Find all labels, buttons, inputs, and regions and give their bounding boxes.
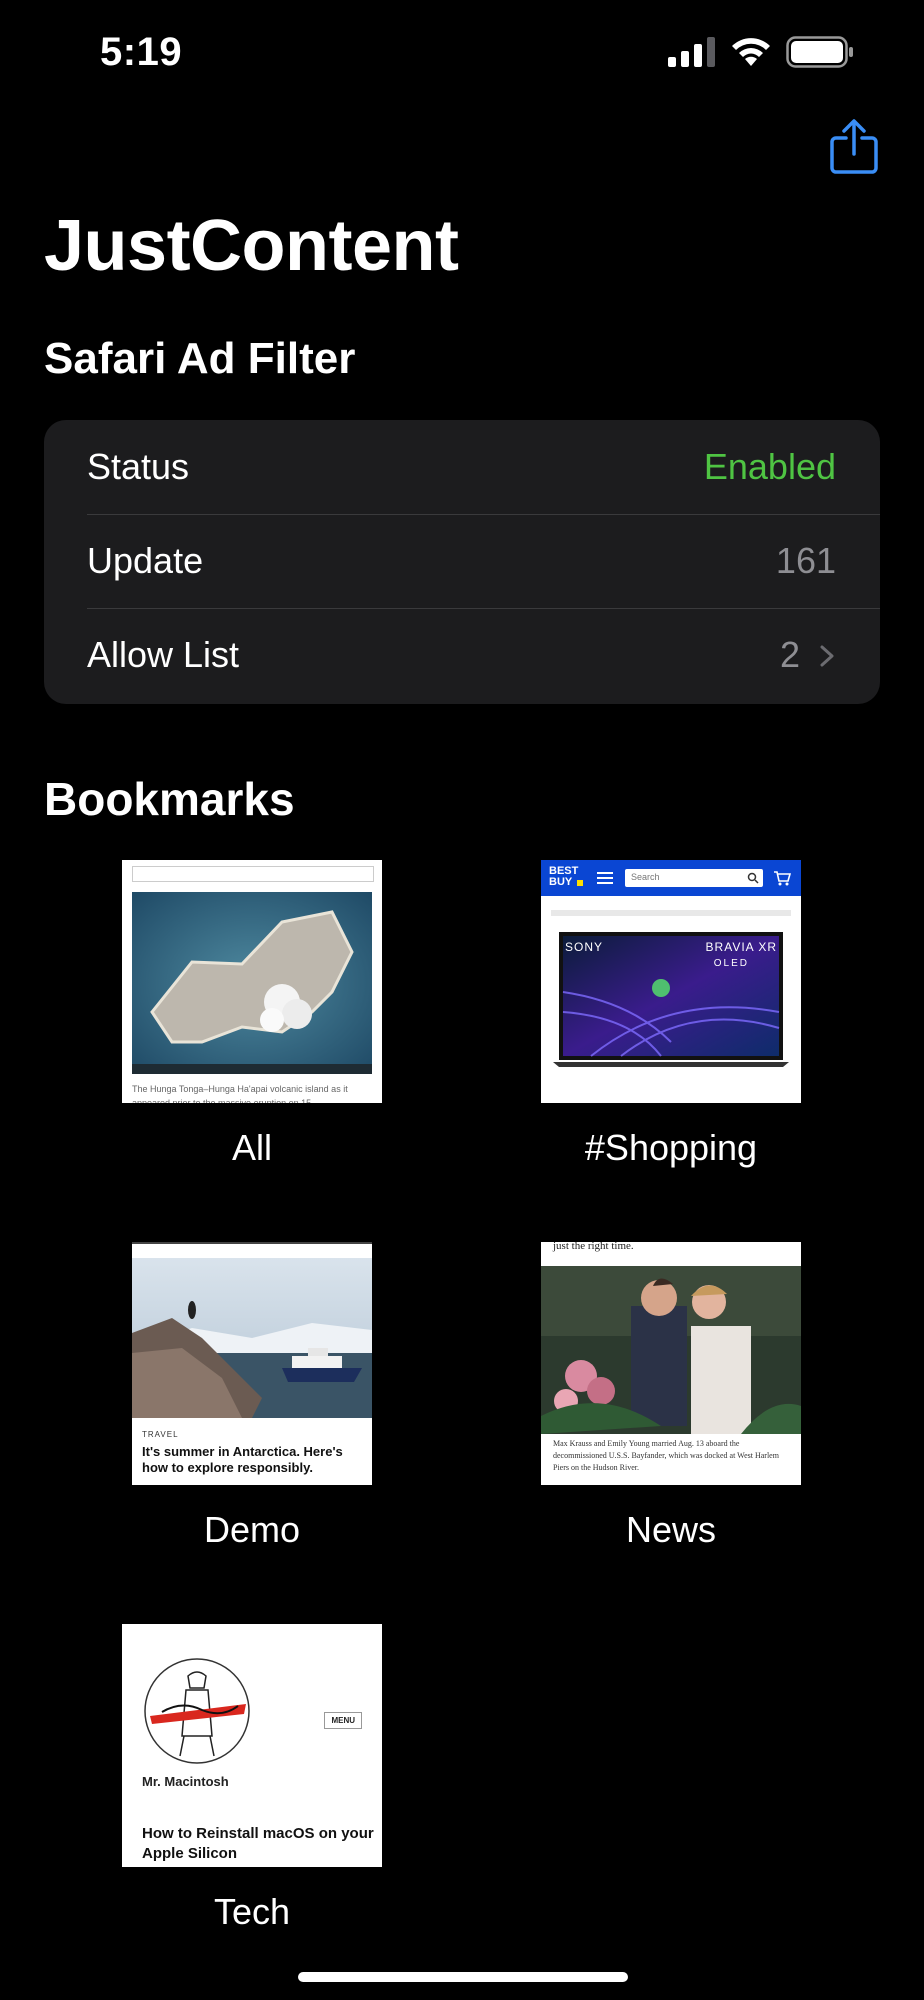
- app-title: JustContent: [44, 206, 459, 286]
- battery-icon: [786, 36, 853, 68]
- article-category: TRAVEL: [142, 1430, 179, 1439]
- store-search-field: Search: [625, 869, 763, 887]
- bookmark-label: #Shopping: [584, 1127, 758, 1168]
- status-value: Enabled: [703, 446, 836, 487]
- status-icons: [668, 36, 854, 68]
- status-label: Status: [87, 446, 190, 487]
- bookmark-thumbnail: TRAVEL It's summer in Antarctica. Here's…: [122, 1242, 382, 1485]
- cellular-signal-icon: [668, 37, 715, 67]
- allow-list-label: Allow List: [87, 634, 240, 675]
- bookmark-shopping[interactable]: BEST BUY Search SONY BRAVIA XR OLED #Sho…: [541, 860, 801, 1169]
- menu-icon: [597, 872, 613, 884]
- bookmark-news[interactable]: just the right time. Max Krauss and Emil…: [541, 1242, 801, 1551]
- share-button[interactable]: [828, 118, 880, 176]
- antarctica-image: [132, 1258, 372, 1418]
- bookmarks-heading: Bookmarks: [44, 773, 295, 825]
- bookmark-demo[interactable]: TRAVEL It's summer in Antarctica. Here's…: [122, 1242, 382, 1551]
- update-value: 161: [775, 540, 836, 581]
- product-brand: SONY: [565, 940, 604, 954]
- bookmark-thumbnail: The Hunga Tonga–Hunga Ha'apai volcanic i…: [122, 860, 382, 1103]
- status-row: Status Enabled: [44, 420, 880, 514]
- bookmark-caption: The Hunga Tonga–Hunga Ha'apai volcanic i…: [132, 1084, 348, 1103]
- article-headline: How to Reinstall macOS on your Apple Sil…: [142, 1825, 374, 1862]
- search-icon: [747, 872, 759, 884]
- status-bar: 5:19: [0, 0, 924, 110]
- wedding-photo: [541, 1266, 801, 1434]
- wifi-icon: [732, 38, 770, 66]
- bookmark-label: Demo: [203, 1509, 301, 1550]
- product-line: BRAVIA XR: [705, 940, 777, 954]
- allow-list-count: 2: [779, 634, 800, 675]
- article-top-text: just the right time.: [553, 1242, 634, 1252]
- photo-caption: Max Krauss and Emily Young married Aug. …: [553, 1439, 779, 1472]
- bookmark-label: Tech: [213, 1891, 291, 1932]
- update-row[interactable]: Update 161: [44, 514, 880, 608]
- bookmark-thumbnail: MENU Mr. Macintosh How to Reinstall macO…: [122, 1624, 382, 1867]
- article-headline: It's summer in Antarctica. Here's how to…: [142, 1444, 343, 1475]
- bookmark-label: News: [625, 1509, 717, 1550]
- bookmark-thumbnail: BEST BUY Search SONY BRAVIA XR OLED: [541, 860, 801, 1103]
- bookmark-thumbnail: just the right time. Max Krauss and Emil…: [541, 1242, 801, 1485]
- site-name: Mr. Macintosh: [142, 1774, 229, 1789]
- cart-icon: [774, 871, 791, 886]
- bookmark-label: All: [231, 1127, 272, 1168]
- chevron-right-icon: [820, 645, 834, 667]
- status-time: 5:19: [100, 30, 183, 74]
- share-icon: [830, 119, 878, 174]
- site-menu-button: MENU: [324, 1712, 362, 1729]
- update-label: Update: [87, 540, 204, 581]
- volcanic-island-image: [132, 892, 372, 1074]
- site-logo: [144, 1658, 250, 1764]
- product-sub: OLED: [713, 958, 749, 969]
- home-indicator[interactable]: [298, 1972, 628, 1982]
- bookmark-tech[interactable]: MENU Mr. Macintosh How to Reinstall macO…: [122, 1624, 382, 1933]
- bookmark-all[interactable]: The Hunga Tonga–Hunga Ha'apai volcanic i…: [122, 860, 382, 1169]
- section-title-ad-filter: Safari Ad Filter: [44, 334, 356, 383]
- filter-settings-card: Status Enabled Update 161 Allow List 2: [44, 420, 880, 704]
- allow-list-row[interactable]: Allow List 2: [44, 608, 880, 702]
